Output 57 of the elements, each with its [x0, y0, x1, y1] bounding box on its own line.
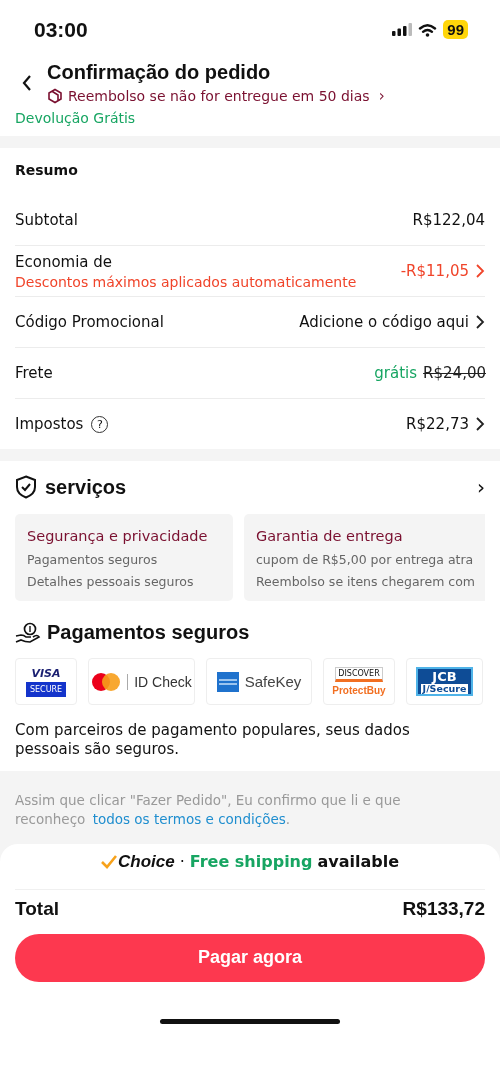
row-label: Subtotal [15, 210, 78, 229]
chevron-icon: › [378, 87, 385, 105]
pay-button[interactable]: Pagar agora [15, 933, 485, 982]
terms-text: Assim que clicar "Fazer Pedido", Eu confirmo que li e que reconheço todos os termos e condições. [15, 790, 402, 830]
row-value[interactable]: -R$11,05 [400, 262, 469, 280]
payment-note: Com parceiros de pagamento populares, seus dados pessoais são seguros. [15, 721, 411, 759]
logo-text: JCB [432, 670, 457, 684]
battery-indicator: 99 [443, 20, 468, 39]
row-value[interactable]: Adicione o código aqui [299, 313, 469, 331]
choice-label: Choice [117, 851, 175, 872]
service-detail: Detalhes pessoais seguros [27, 574, 195, 589]
old-price: R$24,00 [423, 364, 486, 382]
box-icon [47, 88, 63, 104]
discount-description: Descontos máximos aplicados automaticamente [15, 273, 357, 290]
row-label: Impostos [15, 415, 84, 433]
refund-notice-link[interactable]: Reembolso se não for entregue em 50 dias › [47, 87, 385, 105]
discover-label: DISCOVER [335, 667, 383, 682]
row-value[interactable]: R$22,73 [406, 415, 469, 433]
service-title: Segurança e privacidade [27, 528, 209, 544]
service-card[interactable]: Segurança e privacidade Pagamentos seguros Detalhes pessoais seguros [15, 514, 233, 601]
row-value: R$122,04 [412, 210, 485, 229]
service-detail: Reembolso se itens chegarem com [256, 574, 476, 589]
wifi-icon [418, 22, 438, 37]
logo-text: SafeKey [244, 673, 302, 690]
section-title: serviços [45, 475, 127, 499]
back-icon [21, 74, 33, 92]
logo-text: ProtectBuy [332, 685, 386, 696]
shipping-free-label: grátis [374, 364, 418, 382]
page-title: Confirmação do pedido [47, 61, 272, 84]
row-label: Economia de [15, 252, 114, 271]
check-icon [100, 854, 117, 869]
total-value: R$133,72 [402, 897, 485, 920]
free-shipping-label: Free shipping [189, 852, 313, 872]
logo-text: J/Secure [420, 684, 469, 694]
service-title: Garantia de entrega [256, 528, 404, 544]
row-label: Código Promocional [15, 313, 164, 331]
chevron-icon[interactable]: › [477, 475, 485, 499]
free-return-label: Devolução Grátis [15, 110, 137, 126]
status-time: 03:00 [34, 17, 88, 42]
row-label: Frete [15, 364, 53, 382]
available-label: available [317, 852, 400, 872]
separator-dot: · [179, 852, 185, 872]
hand-coin-icon [15, 621, 41, 644]
signal-icon [392, 23, 413, 36]
visa-text: VISA [31, 666, 61, 680]
service-card[interactable]: Garantia de entrega cupom de R$5,00 por entrega atra Reembolso se itens chegarem com [244, 514, 485, 601]
refund-text: Reembolso se não for entregue em 50 dias [68, 88, 370, 104]
service-detail: cupom de R$5,00 por entrega atra [256, 552, 475, 567]
card-icon [216, 671, 239, 692]
service-detail: Pagamentos seguros [27, 552, 159, 567]
section-title: Resumo [15, 162, 79, 180]
shield-check-icon [15, 475, 37, 499]
total-label: Total [15, 897, 59, 920]
secure-label: SECURE [25, 681, 67, 697]
logo-text: ID Check [127, 673, 192, 690]
overlapping-circles-icon [91, 671, 122, 692]
section-title: Pagamentos seguros [47, 621, 250, 644]
